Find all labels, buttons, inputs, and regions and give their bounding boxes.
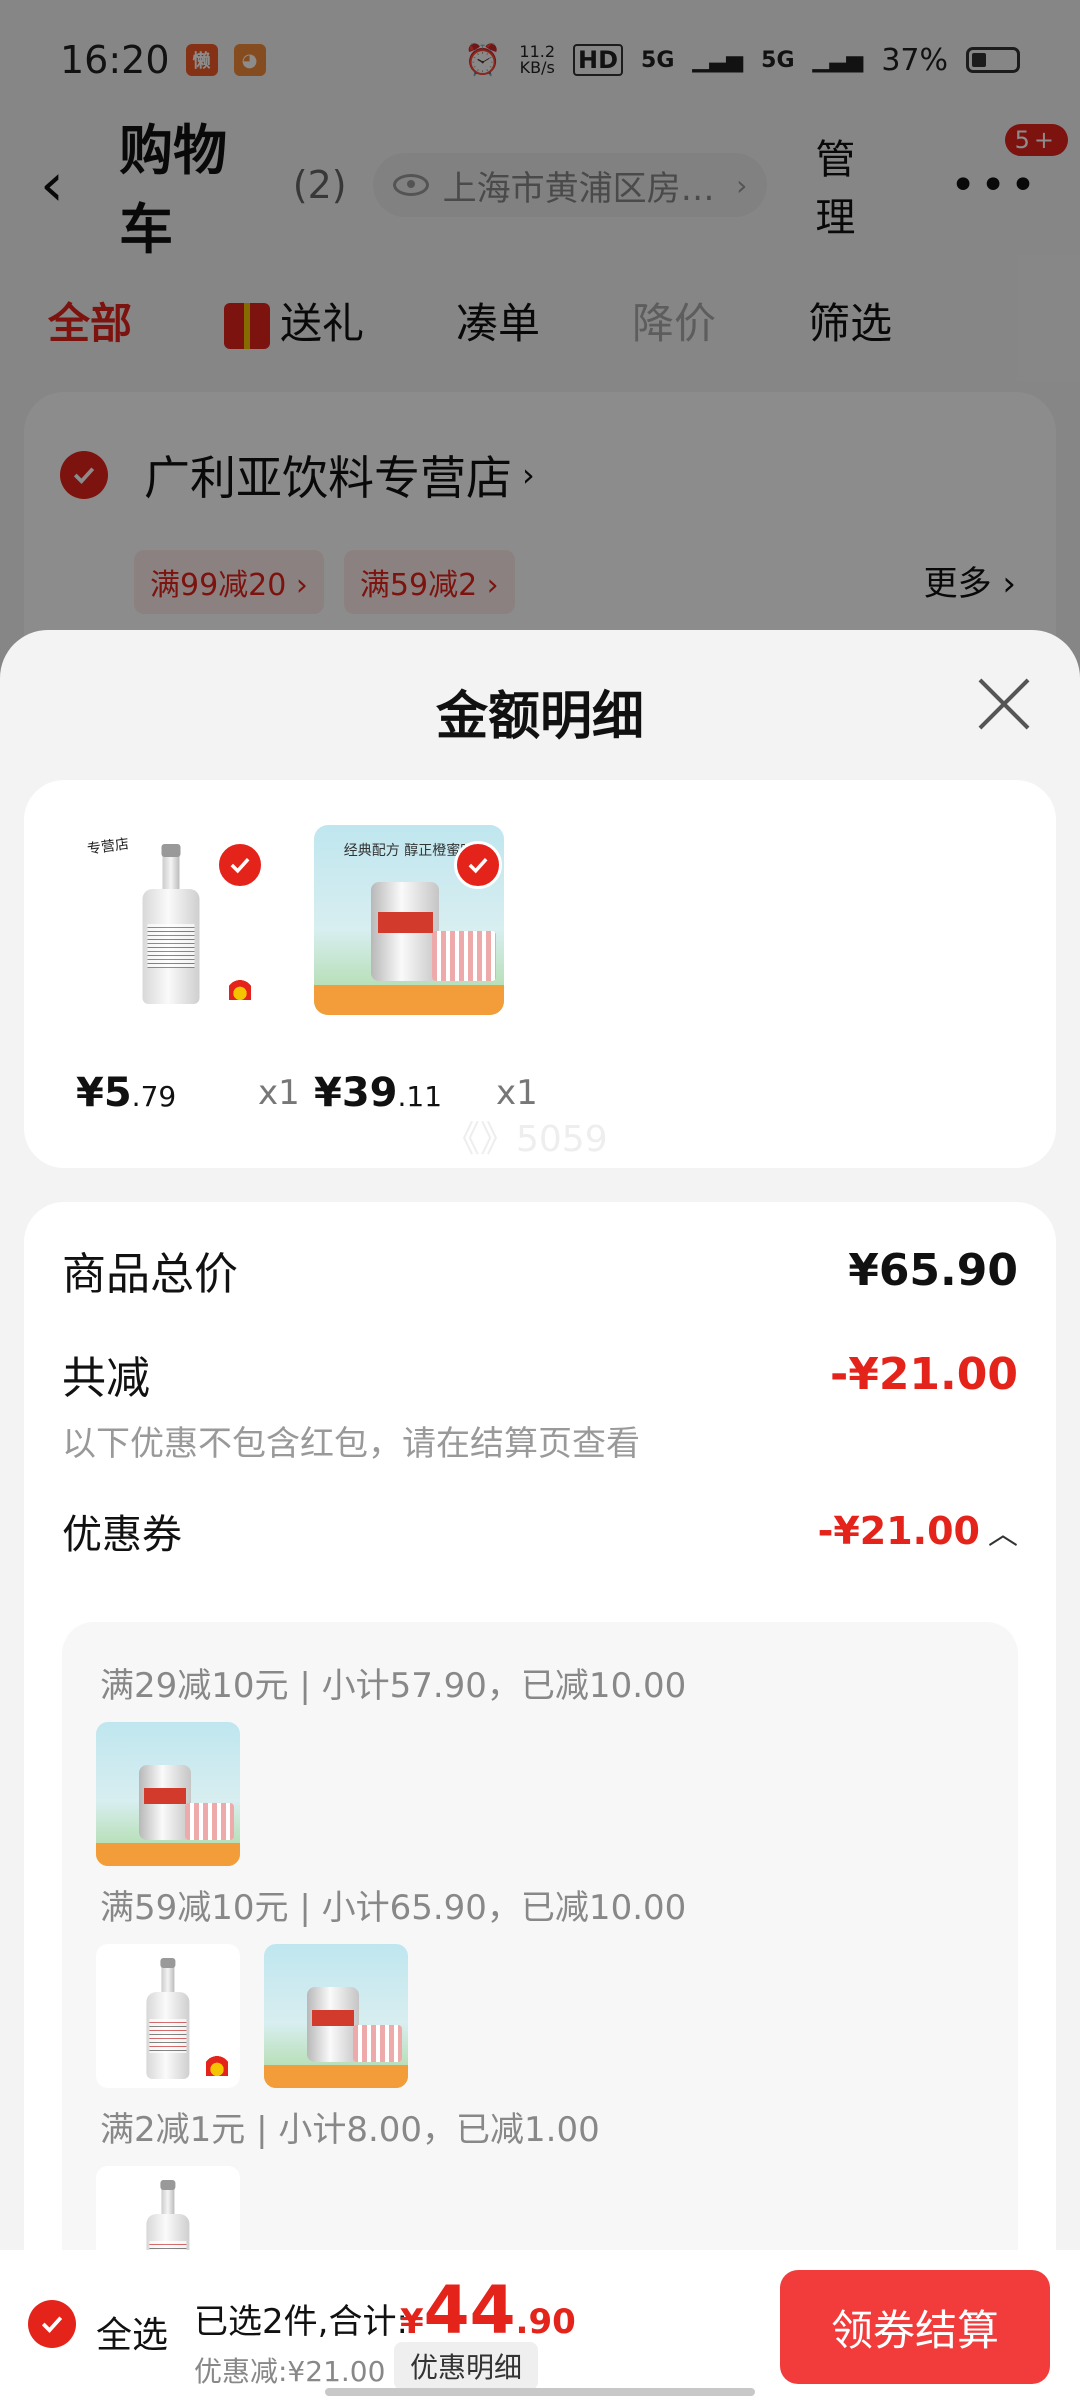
item-quantity: x1 [496,1073,538,1113]
coupon-detail-box: 满29减10元 | 小计57.90，已减10.00 满59减10元 | 小计65… [62,1622,1018,2250]
item-checkbox[interactable] [454,841,502,889]
select-all-checkbox[interactable] [28,2300,76,2348]
coupon-detail-line: 满59减10元 | 小计65.90，已减10.00 [100,1888,687,1928]
coupon-detail-line: 满2减1元 | 小计8.00，已减1.00 [100,2110,600,2150]
discount-note: 以下优惠不包含红包，请在结算页查看 [62,1424,640,1464]
check-icon [230,857,250,874]
amount-detail-sheet: 金额明细 专营店 ¥5.79 x1 经典配方 醇正橙蜜味 ¥39.11 x1 《… [0,630,1080,2250]
cart-item[interactable]: 经典配方 醇正橙蜜味 ¥39.11 x1 [314,825,538,1116]
product-thumbnail: 经典配方 醇正橙蜜味 [314,825,504,1015]
selected-items-card: 专营店 ¥5.79 x1 经典配方 醇正橙蜜味 ¥39.11 x1 《》5059 [24,780,1056,1168]
goods-total-label: 商品总价 [62,1249,238,1300]
discount-value: -¥21.00 [829,1348,1018,1400]
coupon-detail-line: 满29减10元 | 小计57.90，已减10.00 [100,1666,687,1706]
product-thumbnail: 专营店 [76,825,266,1015]
price-summary-card: 商品总价 ¥65.90 共减 -¥21.00 以下优惠不包含红包，请在结算页查看… [24,1202,1056,2250]
discount-detail-button[interactable]: 优惠明细 [394,2342,539,2390]
discount-label: 共减 [62,1353,150,1404]
item-price: ¥39.11 [314,1070,443,1116]
discount-summary: 优惠减:¥21.00 [194,2355,386,2388]
item-checkbox[interactable] [216,841,264,889]
coupon-value: -¥21.00 ︿ [817,1509,1018,1553]
product-thumbnail [96,1944,240,2088]
checkout-button[interactable]: 领券结算 [780,2270,1050,2384]
product-thumbnail [96,1722,240,1866]
checkout-bar: 全选 已选2件,合计: ¥44.90 优惠减:¥21.00 优惠明细 领券结算 [0,2250,1080,2400]
product-thumbnail [264,1944,408,2088]
sheet-title: 金额明细 [435,687,644,747]
coupon-label: 优惠券 [62,1512,182,1558]
home-indicator[interactable] [325,2388,755,2396]
item-price: ¥5.79 [76,1070,177,1116]
product-thumbnail [96,2166,240,2250]
cart-item[interactable]: 专营店 ¥5.79 x1 [76,825,300,1116]
goods-total-value: ¥65.90 [848,1244,1018,1296]
flame-icon [228,977,251,1000]
close-icon[interactable] [976,676,1032,732]
watermark-text: 《》5059 [444,1119,608,1160]
flame-icon [206,2054,229,2077]
selected-summary: 已选2件,合计: [194,2302,408,2342]
coupon-row[interactable]: 优惠券 -¥21.00 ︿ [62,1502,1018,1560]
select-all-label[interactable]: 全选 [96,2306,168,2358]
total-price: ¥44.90 [400,2272,576,2349]
check-icon [41,2316,63,2333]
item-quantity: x1 [258,1073,300,1113]
check-icon [468,857,488,874]
chevron-up-icon: ︿ [988,1517,1018,1552]
